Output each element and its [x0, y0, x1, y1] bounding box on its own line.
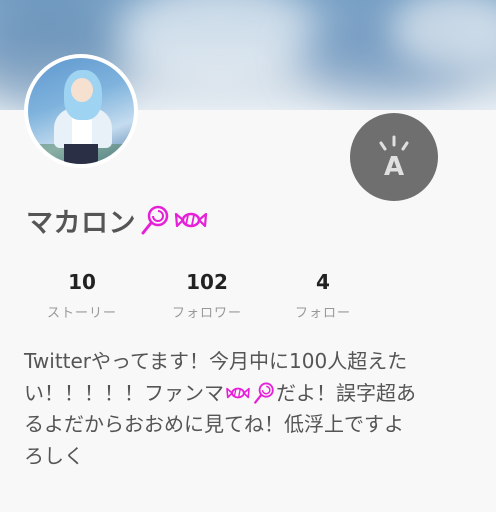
bio-line: Twitterやってます！今月中に100人超えた	[24, 349, 408, 373]
avatar-image	[28, 58, 134, 164]
stat-followers[interactable]: 102 フォロワー	[152, 270, 262, 321]
stat-stories-count: 10	[68, 270, 96, 294]
bio-line: い！！！！！ファンマ だよ！誤字超あ	[24, 378, 476, 410]
candy-icon	[226, 387, 250, 399]
bio-text: い！！！！！ファンマ	[24, 380, 224, 405]
stat-following-count: 4	[316, 270, 330, 294]
stat-followers-label: フォロワー	[171, 306, 242, 321]
stat-stories-label: ストーリー	[46, 306, 117, 321]
bio-line: ろしく	[24, 443, 84, 468]
profile-name-row: マカロン	[26, 200, 208, 240]
candy-icon	[174, 212, 208, 228]
profile-card: A マカロン 10 ストーリー 102 フォロワー 4 フォロー Twitter…	[0, 54, 496, 512]
svg-text:A: A	[384, 152, 404, 179]
bio-text: だよ！誤字超あ	[276, 380, 416, 405]
lollipop-icon	[254, 382, 274, 404]
letter-a-sparkle-icon: A	[379, 135, 409, 179]
stat-followers-count: 102	[186, 270, 228, 294]
avatar[interactable]	[24, 54, 138, 168]
stat-following[interactable]: 4 フォロー	[268, 270, 378, 321]
stat-following-label: フォロー	[294, 306, 351, 321]
bio-line: るよだからおおめに見てね！低浮上ですよ	[24, 412, 404, 436]
profile-name: マカロン	[26, 207, 136, 239]
edit-profile-button[interactable]: A	[350, 113, 438, 201]
profile-bio: Twitterやってます！今月中に100人超えた い！！！！！ファンマ だよ！誤…	[24, 346, 476, 472]
stat-stories[interactable]: 10 ストーリー	[27, 270, 137, 321]
lollipop-icon	[141, 205, 169, 235]
